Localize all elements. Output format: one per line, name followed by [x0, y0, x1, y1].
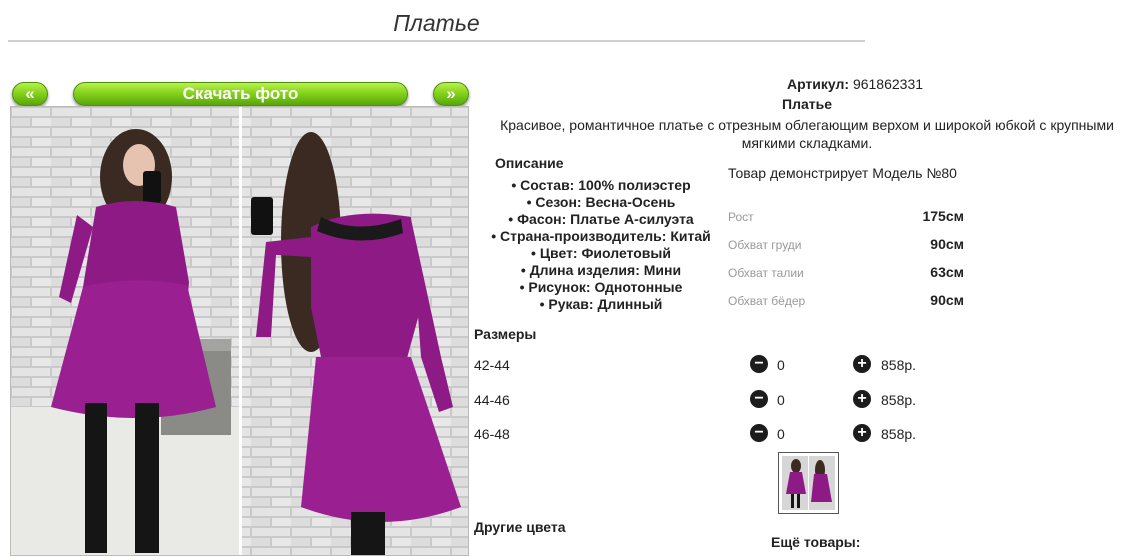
- size-row: 44-46 − 0 + 858р.: [474, 390, 934, 410]
- spec-item: Рукав: Длинный: [490, 296, 712, 313]
- description-heading: Описание: [495, 155, 564, 171]
- minus-circle-icon[interactable]: −: [750, 390, 768, 408]
- size-label: 42-44: [474, 357, 510, 373]
- measurement-value: 90см: [930, 292, 964, 308]
- size-label: 46-48: [474, 426, 510, 442]
- prev-photo-button[interactable]: «: [12, 82, 48, 106]
- product-photo: [10, 106, 469, 556]
- measurement-value: 90см: [930, 236, 964, 252]
- page-title: Платье: [393, 10, 480, 36]
- quantity-value: 0: [777, 357, 785, 373]
- spec-item: Страна-производитель: Китай: [490, 228, 712, 245]
- article-line: Артикул: 961862331: [660, 76, 1050, 92]
- other-colors-heading: Другие цвета: [474, 519, 566, 535]
- measurement-row: Обхват бёдер 90см: [728, 292, 964, 310]
- price-value: 858р.: [881, 392, 917, 408]
- measurement-label: Обхват бёдер: [728, 294, 806, 308]
- spec-list: Состав: 100% полиэстер Сезон: Весна-Осен…: [490, 177, 712, 313]
- product-name: Платье: [782, 96, 832, 112]
- plus-circle-icon[interactable]: +: [853, 424, 871, 442]
- measurement-value: 175см: [922, 208, 964, 224]
- article-label: Артикул:: [786, 76, 850, 92]
- more-goods-heading: Ещё товары:: [771, 534, 861, 550]
- product-description: Красивое, романтичное платье с отрезным …: [500, 117, 1114, 151]
- product-thumbnail[interactable]: [778, 452, 839, 514]
- measurement-row: Обхват талии 63см: [728, 264, 964, 282]
- plus-circle-icon[interactable]: +: [853, 390, 871, 408]
- title-divider: [8, 40, 865, 42]
- spec-item: Цвет: Фиолетовый: [490, 245, 712, 262]
- article-value: 961862331: [852, 76, 924, 92]
- spec-item: Рисунок: Однотонные: [490, 279, 712, 296]
- minus-circle-icon[interactable]: −: [750, 424, 768, 442]
- price-value: 858р.: [881, 357, 917, 373]
- model-caption: Товар демонстрирует Модель №80: [728, 165, 957, 181]
- size-label: 44-46: [474, 392, 510, 408]
- measurement-row: Рост 175см: [728, 208, 964, 226]
- minus-circle-icon[interactable]: −: [750, 355, 768, 373]
- quantity-value: 0: [777, 392, 785, 408]
- spec-item: Фасон: Платье А-силуэта: [490, 211, 712, 228]
- measurement-value: 63см: [930, 264, 964, 280]
- spec-item: Сезон: Весна-Осень: [490, 194, 712, 211]
- spec-item: Длина изделия: Мини: [490, 262, 712, 279]
- next-photo-button[interactable]: »: [433, 82, 469, 106]
- plus-circle-icon[interactable]: +: [853, 355, 871, 373]
- measurement-label: Обхват талии: [728, 266, 804, 280]
- download-photo-button[interactable]: Скачать фото: [73, 82, 408, 106]
- size-row: 42-44 − 0 + 858р.: [474, 355, 934, 375]
- quantity-value: 0: [777, 426, 785, 442]
- size-row: 46-48 − 0 + 858р.: [474, 424, 934, 444]
- measurement-label: Рост: [728, 210, 754, 224]
- measurement-label: Обхват груди: [728, 238, 802, 252]
- spec-item: Состав: 100% полиэстер: [490, 177, 712, 194]
- sizes-heading: Размеры: [474, 326, 537, 342]
- price-value: 858р.: [881, 426, 917, 442]
- measurement-row: Обхват груди 90см: [728, 236, 964, 254]
